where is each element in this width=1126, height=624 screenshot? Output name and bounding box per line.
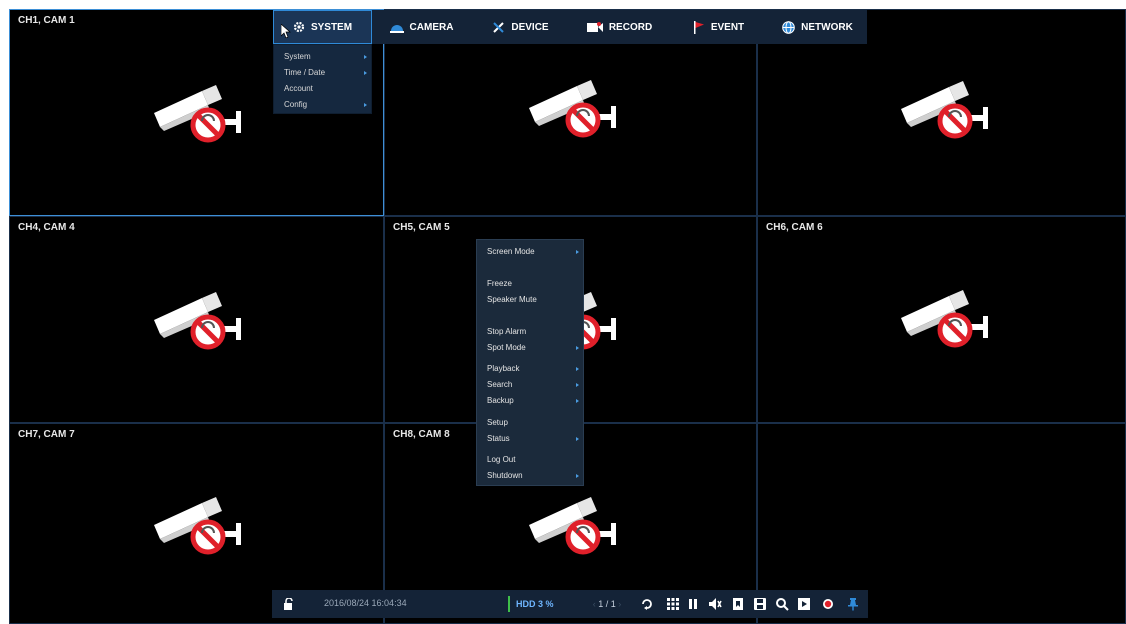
tab-label: DEVICE [511,21,549,33]
tab-label: NETWORK [801,21,853,33]
submenu-arrow-icon [576,346,579,350]
camera-label: CH1, CAM 1 [18,15,75,26]
camera-label: CH4, CAM 4 [18,222,75,233]
submenu-label: Time / Date [284,68,326,77]
mute-icon[interactable] [708,597,722,611]
menu-label: Log Out [487,455,516,464]
submenu-item-system[interactable]: System [274,49,371,65]
pin-icon[interactable] [846,597,860,611]
menu-item-stop-alarm[interactable]: Stop Alarm [487,325,579,339]
tab-network[interactable]: NETWORK [768,10,867,44]
tab-label: CAMERA [409,21,454,33]
menu-label: Speaker Mute [487,295,537,304]
camera-disconnected-icon [150,495,250,565]
system-submenu: System Time / Date Account Config [273,44,372,114]
page-indicator: ‹ 1 / 1 › [578,596,636,612]
submenu-label: Config [284,100,308,109]
globe-icon [782,20,795,34]
camera-label: CH7, CAM 7 [18,429,75,440]
camera-disconnected-icon [525,78,625,148]
camera-label: CH6, CAM 6 [766,222,823,233]
menu-item-disabled [487,261,579,275]
submenu-arrow-icon [364,103,367,107]
tab-event[interactable]: EVENT [669,10,768,44]
submenu-arrow-icon [576,383,579,387]
menu-item-spot-mode[interactable]: Spot Mode [487,341,579,355]
menu-item-speaker-mute[interactable]: Speaker Mute [487,293,579,307]
playback-icon[interactable] [797,597,811,611]
page-number: 1 / 1 [598,599,616,609]
menu-item-shutdown[interactable]: Shutdown [487,469,579,483]
menu-label: Backup [487,396,514,405]
menu-item-search[interactable]: Search [487,378,579,392]
submenu-item-config[interactable]: Config [274,97,371,113]
tab-camera[interactable]: CAMERA [372,10,471,44]
menu-label: Setup [487,418,508,427]
menu-item-freeze[interactable]: Freeze [487,277,579,291]
camera-disconnected-icon [150,290,250,360]
tab-record[interactable]: RECORD [570,10,669,44]
submenu-item-time-date[interactable]: Time / Date [274,65,371,81]
menu-item-setup[interactable]: Setup [487,416,579,430]
hdd-usage: HDD 3 % [508,596,554,612]
tab-label: RECORD [608,21,653,33]
submenu-arrow-icon [364,71,367,75]
menu-item-status[interactable]: Status [487,432,579,446]
record-dot-icon[interactable] [821,597,835,611]
submenu-arrow-icon [576,474,579,478]
camera-label: CH5, CAM 5 [393,222,450,233]
tab-label: SYSTEM [310,21,353,33]
camera-dome-icon [389,25,404,33]
menu-label: Shutdown [487,471,523,480]
submenu-arrow-icon [364,55,367,59]
submenu-arrow-icon [576,399,579,403]
tab-device[interactable]: DEVICE [471,10,570,44]
save-icon[interactable] [753,597,767,611]
camera-disconnected-icon [525,495,625,565]
submenu-arrow-icon [576,437,579,441]
prev-page-icon[interactable]: ‹ [593,599,596,609]
menu-label: Playback [487,364,520,373]
menu-item-disabled [487,309,579,323]
submenu-item-account[interactable]: Account [274,81,371,97]
search-icon[interactable] [775,597,789,611]
unlock-icon[interactable] [284,598,294,610]
menu-label: Screen Mode [487,247,535,256]
submenu-arrow-icon [576,367,579,371]
grid-layout-icon[interactable] [666,597,680,611]
menu-label: Status [487,434,510,443]
submenu-arrow-icon [576,250,579,254]
camera-disconnected-icon [897,288,997,358]
menu-label: Freeze [487,279,512,288]
menu-label: Stop Alarm [487,327,527,336]
record-icon [586,21,603,32]
submenu-label: System [284,52,311,61]
tools-icon [493,21,505,33]
gear-icon [293,21,305,33]
camera-disconnected-icon [897,79,997,149]
menu-item-playback[interactable]: Playback [487,362,579,376]
sequence-icon[interactable] [640,597,654,611]
menu-item-backup[interactable]: Backup [487,394,579,408]
datetime-display: 2016/08/24 16:04:34 [324,598,407,608]
tab-label: EVENT [710,21,745,33]
camera-disconnected-icon [150,83,250,153]
submenu-label: Account [284,84,313,93]
mouse-cursor-icon [281,24,291,38]
main-menu-bar: SYSTEM CAMERA DEVICE RECORD EVENT NETWOR… [273,10,867,44]
pause-icon[interactable] [686,597,700,611]
bookmark-icon[interactable] [731,597,745,611]
context-menu: Screen Mode Freeze Speaker Mute Stop Ala… [476,239,584,486]
flag-icon [693,20,704,34]
menu-label: Spot Mode [487,343,526,352]
status-toolbar: 2016/08/24 16:04:34 HDD 3 % ‹ 1 / 1 › [272,590,868,618]
menu-item-log-out[interactable]: Log Out [487,453,579,467]
menu-item-screen-mode[interactable]: Screen Mode [487,245,579,259]
menu-label: Search [487,380,513,389]
camera-label: CH8, CAM 8 [393,429,450,440]
next-page-icon[interactable]: › [618,599,621,609]
